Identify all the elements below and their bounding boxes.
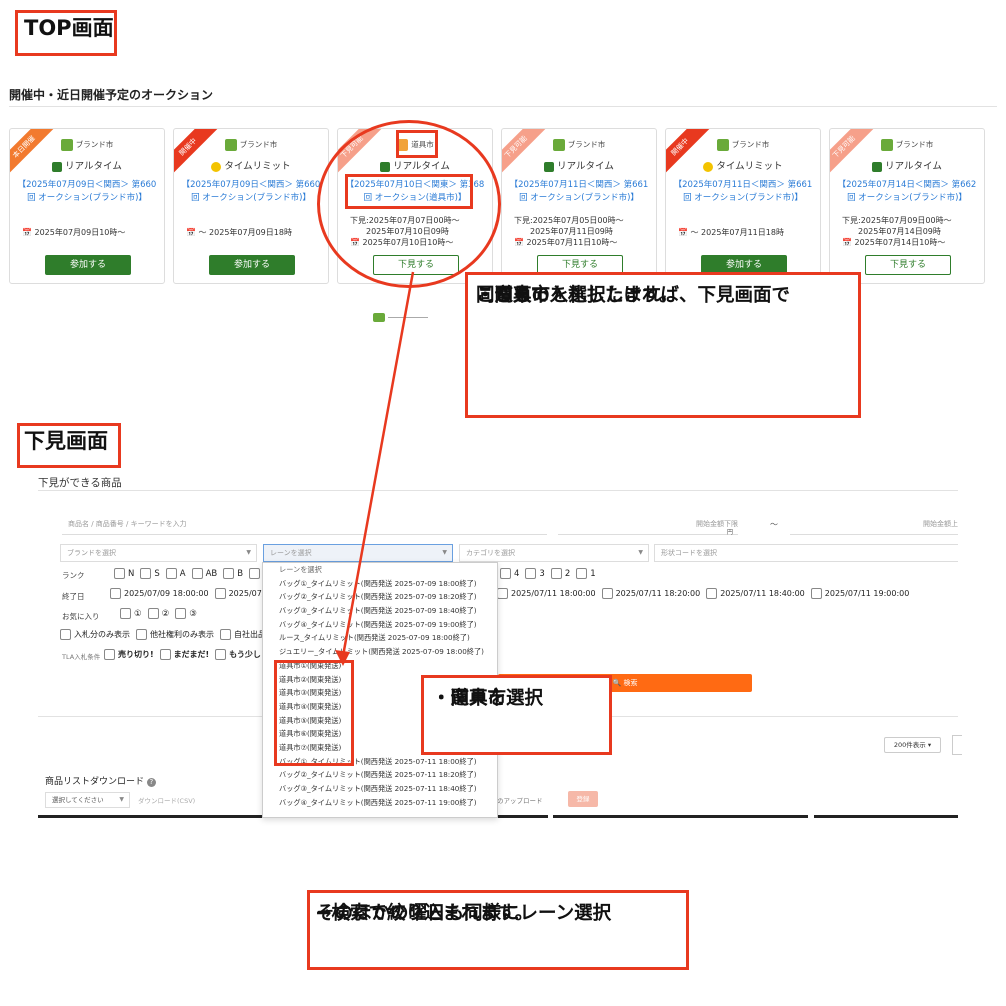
arrow-connector (335, 271, 415, 666)
